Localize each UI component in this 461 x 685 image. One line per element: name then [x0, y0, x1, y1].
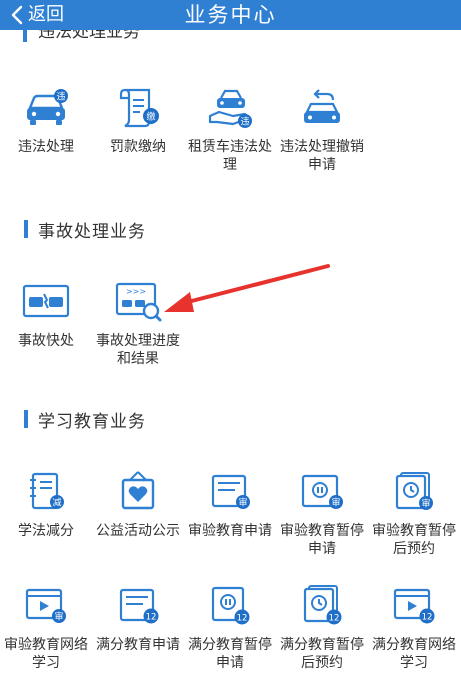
tile-label: 审验教育暂停申请 [280, 523, 364, 557]
svg-text:审: 审 [238, 497, 247, 509]
svg-text:审: 审 [421, 498, 430, 510]
car-violation-icon: 违 [27, 89, 68, 125]
svg-text:审: 审 [54, 611, 63, 623]
review-education-apply-icon: 审 [211, 474, 250, 509]
tile-review-education-online[interactable]: 审 审验教育网络学习 [0, 584, 92, 672]
full-score-education-apply-icon: 12 [119, 588, 159, 624]
svg-text:>>>: >>> [126, 287, 146, 296]
tile-label: 违法处理 [18, 139, 74, 155]
full-score-education-pause-icon: 12 [211, 586, 250, 625]
tile-review-education-pause[interactable]: 审 审验教育暂停申请 [276, 470, 368, 558]
tile-full-score-education-online[interactable]: 12 满分教育网络学习 [368, 584, 460, 672]
svg-text:减: 减 [52, 497, 61, 509]
section-marker [24, 220, 28, 238]
page-title: 业务中心 [184, 3, 277, 27]
review-education-online-icon: 审 [25, 588, 66, 623]
charity-activity-icon [121, 471, 155, 510]
top-nav-bar: 返回 业务中心 [0, 0, 461, 30]
svg-text:审: 审 [331, 497, 340, 509]
tile-label: 事故快处 [18, 333, 74, 349]
tile-label: 学法减分 [18, 523, 74, 539]
rental-car-violation-icon: 违 [208, 89, 252, 128]
review-education-pause-icon: 审 [301, 474, 343, 509]
section-title-education: 学习教育业务 [24, 408, 146, 432]
tile-full-score-education-pause[interactable]: 12 满分教育暂停申请 [184, 584, 276, 672]
tile-full-score-education-apply[interactable]: 12 满分教育申请 [92, 584, 184, 654]
tile-review-education-appointment[interactable]: 审 审验教育暂停后预约 [368, 470, 460, 558]
full-score-education-appointment-icon: 12 [303, 585, 342, 625]
section-marker [23, 30, 27, 42]
section-title-accident: 事故处理业务 [24, 218, 146, 242]
tile-quick-accident[interactable]: 事故快处 [0, 280, 92, 350]
tile-fine-payment[interactable]: 缴 罚款缴纳 [92, 86, 184, 156]
svg-text:12: 12 [329, 614, 340, 624]
tile-label: 满分教育网络学习 [372, 637, 456, 671]
tile-violation-handling[interactable]: 违 违法处理 [0, 86, 92, 156]
section-title-violation-partial: 违法处理业务 [38, 30, 140, 42]
quick-accident-icon [22, 284, 70, 318]
tile-label: 满分教育申请 [96, 637, 180, 653]
tile-label: 审验教育暂停后预约 [372, 523, 456, 557]
svg-text:12: 12 [237, 614, 248, 624]
svg-text:违: 违 [240, 117, 249, 128]
tile-label: 事故处理进度和结果 [96, 333, 180, 367]
svg-text:12: 12 [422, 613, 433, 623]
tile-label: 公益活动公示 [96, 523, 180, 539]
tile-charity-activity[interactable]: 公益活动公示 [92, 470, 184, 540]
review-education-appointment-icon: 审 [395, 472, 433, 510]
red-arrow-annotation [164, 264, 330, 312]
svg-text:缴: 缴 [146, 111, 155, 123]
section-marker [24, 410, 28, 428]
tile-label: 满分教育暂停后预约 [280, 637, 364, 671]
tile-rental-car-violation[interactable]: 违 租赁车违法处理 [184, 86, 276, 174]
violation-revoke-icon [304, 89, 340, 123]
tile-label: 满分教育暂停申请 [188, 637, 272, 671]
tile-label: 审验教育网络学习 [4, 637, 88, 671]
fine-payment-icon: 缴 [119, 88, 159, 128]
tile-label: 租赁车违法处理 [188, 139, 272, 173]
tile-label: 审验教育申请 [188, 523, 272, 539]
tile-label: 违法处理撤销申请 [280, 139, 364, 173]
tile-violation-revoke[interactable]: 违法处理撤销申请 [276, 86, 368, 174]
tile-study-deduct-points[interactable]: 减 学法减分 [0, 470, 92, 540]
full-score-education-online-icon: 12 [393, 588, 435, 624]
study-deduct-points-icon: 减 [30, 472, 64, 510]
tile-review-education-apply[interactable]: 审 审验教育申请 [184, 470, 276, 540]
svg-text:违: 违 [56, 92, 65, 103]
svg-text:12: 12 [146, 613, 157, 623]
tile-full-score-education-appointment[interactable]: 12 满分教育暂停后预约 [276, 584, 368, 672]
tile-label: 罚款缴纳 [110, 139, 166, 155]
